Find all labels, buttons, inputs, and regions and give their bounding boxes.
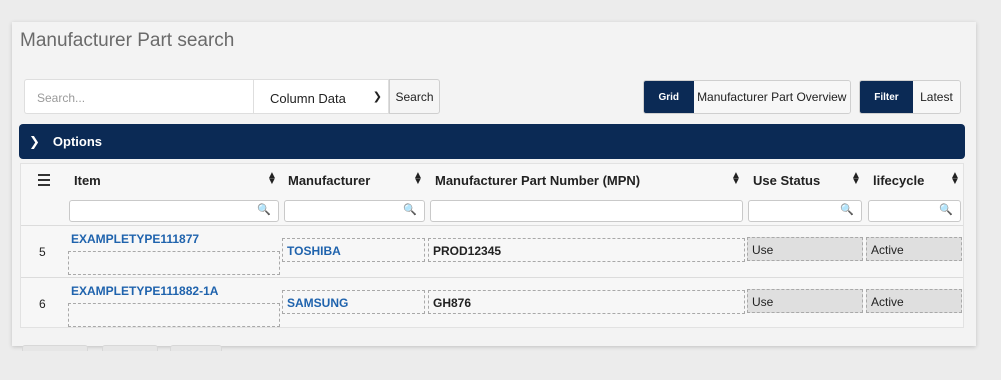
chevron-down-icon: ❯	[372, 91, 382, 103]
parts-grid: Item ▲ ▼ Manufacturer ▲ ▼ Manufacturer Par…	[20, 163, 964, 328]
filter-input-item[interactable]: 🔍	[69, 200, 279, 222]
filter-input-use-status[interactable]: 🔍	[748, 200, 862, 222]
manufacturer-cell[interactable]: SAMSUNG	[282, 290, 425, 314]
mpn-cell[interactable]: PROD12345	[428, 238, 745, 262]
filter-input-mpn[interactable]	[430, 200, 743, 222]
view-toggle-group: Grid Manufacturer Part Overview	[643, 80, 851, 114]
grid-view-button[interactable]: Grid	[644, 81, 694, 113]
options-label: Options	[52, 134, 103, 149]
table-row[interactable]: 5 EXAMPLETYPE111877 TOSHIBA PROD12345 Us…	[21, 225, 963, 277]
column-select-value: Column Data	[270, 91, 346, 106]
sort-icon[interactable]: ▲ ▼	[950, 171, 960, 187]
column-header-item[interactable]: Item	[74, 173, 101, 188]
search-icon: 🔍	[840, 204, 854, 216]
table-row[interactable]: 6 EXAMPLETYPE111882-1A SAMSUNG GH876 Use…	[21, 277, 963, 329]
use-status-cell[interactable]: Use	[747, 289, 863, 313]
search-icon: 🔍	[257, 204, 271, 216]
item-link[interactable]: EXAMPLETYPE111877	[71, 232, 199, 246]
footer-button[interactable]	[170, 345, 222, 351]
column-header-lifecycle[interactable]: lifecycle	[873, 173, 924, 188]
manufacturer-cell[interactable]: TOSHIBA	[282, 238, 425, 262]
manufacturer-link[interactable]: SAMSUNG	[287, 296, 348, 310]
sort-icon[interactable]: ▲ ▼	[413, 171, 423, 187]
sort-icon[interactable]: ▲ ▼	[731, 171, 741, 187]
sort-icon[interactable]: ▲ ▼	[851, 171, 861, 187]
row-number: 6	[39, 297, 46, 311]
column-header-manufacturer[interactable]: Manufacturer	[288, 173, 370, 188]
search-button[interactable]: Search	[389, 79, 440, 114]
filter-input-lifecycle[interactable]: 🔍	[868, 200, 961, 222]
column-header-mpn[interactable]: Manufacturer Part Number (MPN)	[435, 173, 640, 188]
column-select[interactable]: Column Data ❯	[253, 79, 389, 114]
chevron-right-icon: ❯	[29, 133, 40, 149]
mpn-cell[interactable]: GH876	[428, 290, 745, 314]
item-cell-editor[interactable]	[68, 251, 280, 275]
row-number: 5	[39, 245, 46, 259]
filter-input-manufacturer[interactable]: 🔍	[284, 200, 425, 222]
footer-button[interactable]	[102, 345, 158, 351]
manufacturer-part-search-panel: Manufacturer Part search Search... Colum…	[12, 22, 976, 351]
latest-button[interactable]: Latest	[912, 81, 960, 113]
filter-toggle-group: Filter Latest	[859, 80, 961, 114]
manufacturer-link[interactable]: TOSHIBA	[287, 244, 341, 258]
column-header-use-status[interactable]: Use Status	[753, 173, 820, 188]
search-icon: 🔍	[403, 204, 417, 216]
search-icon: 🔍	[939, 204, 953, 216]
item-cell-editor[interactable]	[68, 303, 280, 327]
footer-button[interactable]	[22, 345, 88, 351]
search-input[interactable]: Search...	[24, 79, 253, 114]
overview-view-button[interactable]: Manufacturer Part Overview	[693, 81, 850, 113]
page-title: Manufacturer Part search	[20, 30, 235, 51]
column-menu-icon[interactable]	[38, 174, 50, 189]
filter-button[interactable]: Filter	[860, 81, 913, 113]
lifecycle-cell[interactable]: Active	[866, 289, 962, 313]
use-status-cell[interactable]: Use	[747, 237, 863, 261]
item-link[interactable]: EXAMPLETYPE111882-1A	[71, 284, 218, 298]
sort-icon[interactable]: ▲ ▼	[267, 171, 277, 187]
lifecycle-cell[interactable]: Active	[866, 237, 962, 261]
options-bar[interactable]: ❯ Options	[19, 124, 965, 159]
